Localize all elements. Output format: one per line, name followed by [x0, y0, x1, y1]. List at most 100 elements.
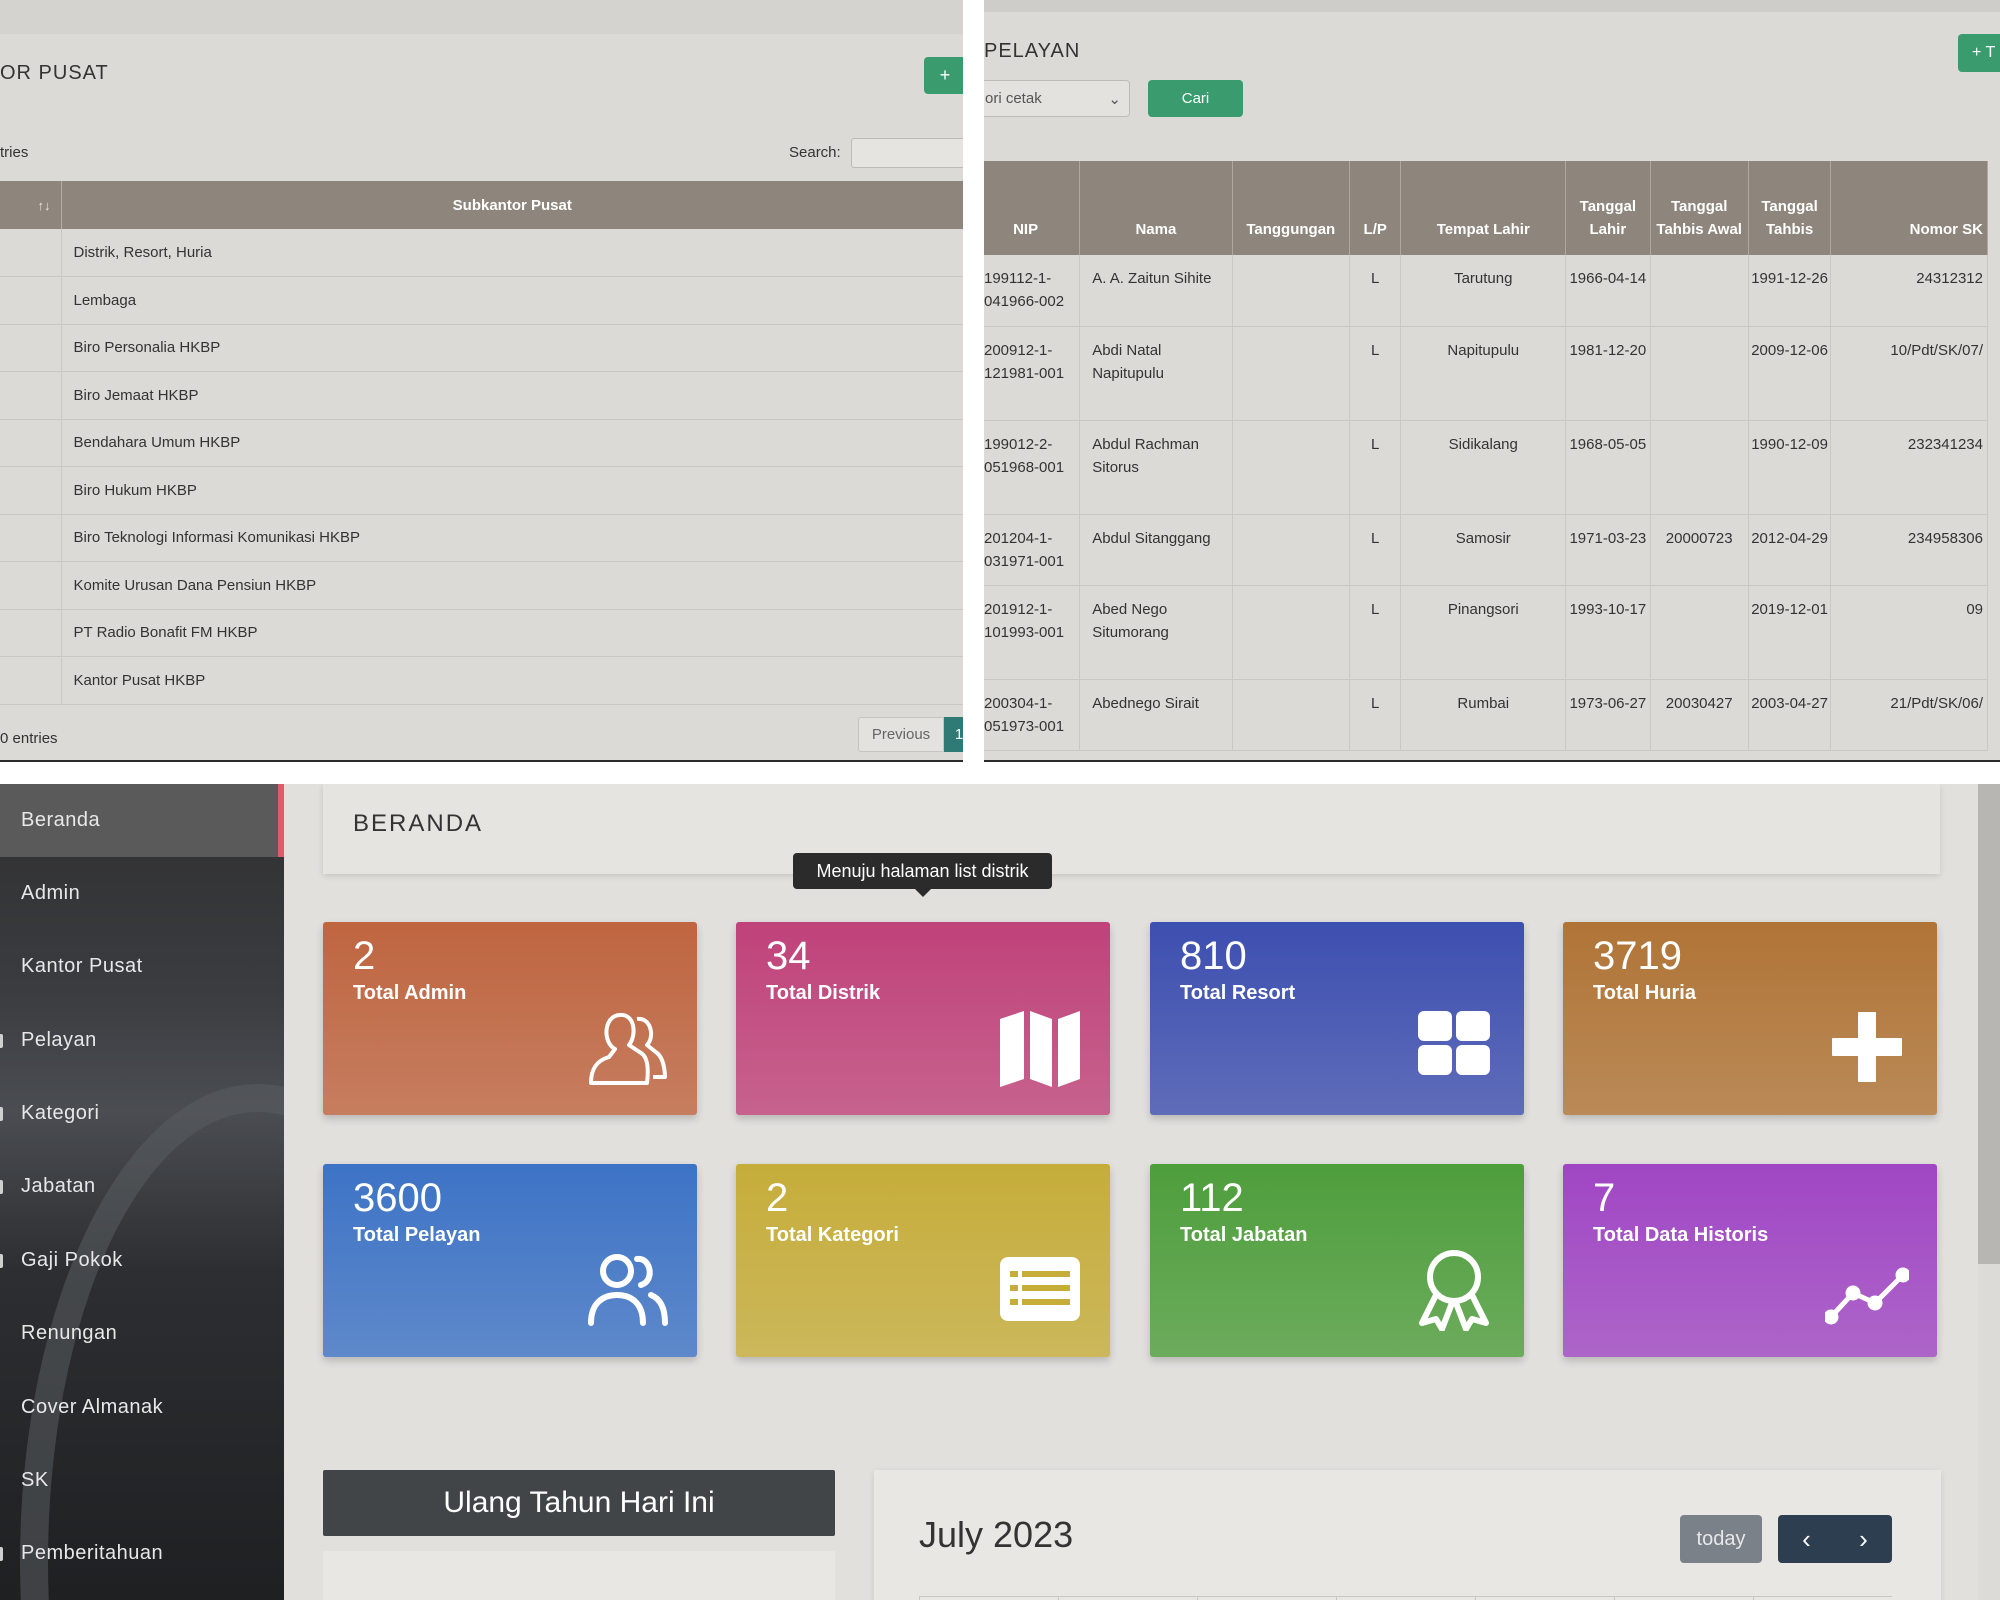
sidebar-item-admin[interactable]: Admin — [0, 857, 284, 930]
cell-tahbis-awal: 20030427 — [1650, 679, 1749, 751]
chevron-right-icon[interactable]: › — [1835, 1515, 1892, 1563]
scrollbar[interactable] — [1978, 784, 2000, 1600]
row-name: Biro Personalia HKBP — [61, 324, 963, 372]
birthday-header: Ulang Tahun Hari Ini — [323, 1470, 835, 1536]
header-card: BERANDA — [323, 784, 1940, 874]
cell-nomor-sk: 21/Pdt/SK/06/ — [1830, 679, 1988, 751]
table-row[interactable]: Distrik, Resort, Huria — [0, 229, 963, 277]
cell-tanggal-tahbis: 2012-04-29 — [1748, 514, 1832, 586]
stat-label: Total Huria — [1593, 982, 1696, 1004]
table-row[interactable]: 199112-1-041966-002 A. A. Zaitun Sihite … — [984, 255, 1988, 327]
column-header-tempat-lahir[interactable]: Tempat Lahir — [1400, 161, 1567, 255]
row-name: Lembaga — [61, 276, 963, 325]
page-title: OR PUSAT — [0, 62, 109, 84]
stat-value: 810 — [1180, 934, 1247, 978]
column-header-tanggungan[interactable]: Tanggungan — [1232, 161, 1350, 255]
tooltip: Menuju halaman list distrik — [793, 853, 1052, 897]
search-label: Search: — [789, 144, 841, 161]
cell-tanggungan — [1232, 255, 1350, 327]
cell-lp: L — [1349, 420, 1402, 515]
sidebar-item-label: Jabatan — [21, 1175, 96, 1197]
stat-value: 7 — [1593, 1176, 1616, 1220]
row-name: Biro Teknologi Informasi Komunikasi HKBP — [61, 514, 963, 562]
table-row[interactable]: Biro Personalia HKBP — [0, 324, 963, 372]
dashboard-view: Beranda Admin Kantor Pusat Pelayan Kateg… — [0, 784, 2000, 1600]
sidebar-item-cover-almanak[interactable]: Cover Almanak — [0, 1371, 284, 1444]
bullet-icon — [0, 1033, 3, 1048]
cell-nip: 199012-2-051968-001 — [984, 420, 1081, 515]
table-row[interactable]: Bendahara Umum HKBP — [0, 419, 963, 467]
row-name: Kantor Pusat HKBP — [61, 656, 963, 705]
calendar-nav: ‹ › — [1778, 1515, 1892, 1563]
column-header-tanggal-tahbis[interactable]: Tanggal Tahbis — [1748, 161, 1832, 255]
sidebar-item-label: Admin — [21, 882, 81, 904]
search-button[interactable]: Cari — [1148, 80, 1243, 117]
stat-value: 3719 — [1593, 934, 1682, 978]
stat-card-jabatan[interactable]: 112 Total Jabatan — [1150, 1164, 1524, 1357]
sidebar-item-renungan[interactable]: Renungan — [0, 1297, 284, 1370]
table-row[interactable]: 201912-1-101993-001 Abed Nego Situmorang… — [984, 585, 1988, 680]
table-row[interactable]: Lembaga — [0, 276, 963, 325]
column-header-subkantor[interactable]: Subkantor Pusat — [61, 181, 963, 229]
stat-card-kategori[interactable]: 2 Total Kategori — [736, 1164, 1110, 1357]
stat-card-resort[interactable]: 810 Total Resort — [1150, 922, 1524, 1115]
list-card-icon — [1000, 1257, 1080, 1321]
add-pelayan-button[interactable]: + T — [1958, 34, 2000, 72]
column-header-nip[interactable]: NIP — [984, 161, 1081, 255]
sidebar-item-sk[interactable]: SK — [0, 1444, 284, 1517]
table-row[interactable]: Komite Urusan Dana Pensiun HKBP — [0, 561, 963, 610]
sidebar-item-kantor-pusat[interactable]: Kantor Pusat — [0, 930, 284, 1003]
sort-icon[interactable]: ↑↓ — [0, 181, 62, 229]
stat-card-admin[interactable]: 2 Total Admin — [323, 922, 697, 1115]
sidebar-item-kategori[interactable]: Kategori — [0, 1077, 284, 1150]
stat-card-distrik[interactable]: 34 Total Distrik — [736, 922, 1110, 1115]
table-row[interactable]: Biro Hukum HKBP — [0, 466, 963, 515]
cell-tahbis-awal — [1650, 326, 1749, 421]
screenshot-collage: OR PUSAT + tries Search: ↑↓ Subkantor Pu… — [0, 0, 2000, 1600]
cell-lp: L — [1349, 514, 1402, 586]
row-name: Biro Jemaat HKBP — [61, 371, 963, 420]
sidebar-item-pelayan[interactable]: Pelayan — [0, 1004, 284, 1077]
user-outline-icon — [589, 1012, 667, 1085]
table-header-row: NIP Nama Tanggungan L/P Tempat Lahir Tan… — [984, 161, 1988, 255]
scrollbar-thumb[interactable] — [1978, 784, 2000, 1264]
today-button[interactable]: today — [1680, 1515, 1762, 1563]
stat-label: Total Kategori — [766, 1224, 899, 1246]
table-row[interactable]: 201204-1-031971-001 Abdul Sitanggang L S… — [984, 514, 1988, 586]
table-row[interactable]: 199012-2-051968-001 Abdul Rachman Sitoru… — [984, 420, 1988, 515]
search-input[interactable] — [851, 138, 963, 168]
page-1-button[interactable]: 1 — [944, 717, 963, 752]
add-button[interactable]: + — [924, 57, 963, 94]
kantor-pusat-panel: OR PUSAT + tries Search: ↑↓ Subkantor Pu… — [0, 0, 963, 762]
table-row[interactable]: Kantor Pusat HKBP — [0, 656, 963, 705]
previous-button[interactable]: Previous — [858, 717, 944, 752]
stat-card-huria[interactable]: 3719 Total Huria — [1563, 922, 1937, 1115]
entries-footer: 0 entries — [0, 730, 58, 747]
table-row[interactable]: PT Radio Bonafit FM HKBP — [0, 609, 963, 657]
sidebar-item-jabatan[interactable]: Jabatan — [0, 1150, 284, 1223]
cell-tanggal-tahbis: 2009-12-06 — [1748, 326, 1832, 421]
table-row[interactable]: 200304-1-051973-001 Abednego Sirait L Ru… — [984, 679, 1988, 751]
stat-card-data-historis[interactable]: 7 Total Data Historis — [1563, 1164, 1937, 1357]
sidebar-item-beranda[interactable]: Beranda — [0, 784, 284, 857]
table-row[interactable]: Biro Jemaat HKBP — [0, 371, 963, 420]
column-header-nomor-sk[interactable]: Nomor SK — [1830, 161, 1988, 255]
column-header-nama[interactable]: Nama — [1079, 161, 1233, 255]
sidebar-item-pemberitahuan[interactable]: Pemberitahuan — [0, 1517, 284, 1590]
table-row[interactable]: Biro Teknologi Informasi Komunikasi HKBP — [0, 514, 963, 562]
chevron-left-icon[interactable]: ‹ — [1778, 1515, 1835, 1563]
plus-icon — [1832, 1012, 1902, 1082]
cell-tanggal-tahbis: 1991-12-26 — [1748, 255, 1832, 327]
cell-nomor-sk: 232341234 — [1830, 420, 1988, 515]
stat-card-pelayan[interactable]: 3600 Total Pelayan — [323, 1164, 697, 1357]
column-header-tahbis-awal[interactable]: Tanggal Tahbis Awal — [1650, 161, 1749, 255]
cell-tahbis-awal: 20000723 — [1650, 514, 1749, 586]
kategori-select[interactable]: ori cetak ⌄ — [984, 80, 1130, 117]
column-header-tanggal-lahir[interactable]: Tanggal Lahir — [1565, 161, 1651, 255]
table-row[interactable]: 200912-1-121981-001 Abdi Natal Napitupul… — [984, 326, 1988, 421]
row-name: Bendahara Umum HKBP — [61, 419, 963, 467]
sidebar-item-gaji-pokok[interactable]: Gaji Pokok — [0, 1224, 284, 1297]
users-icon — [588, 1254, 668, 1326]
column-header-lp[interactable]: L/P — [1349, 161, 1402, 255]
map-icon — [1000, 1011, 1080, 1087]
